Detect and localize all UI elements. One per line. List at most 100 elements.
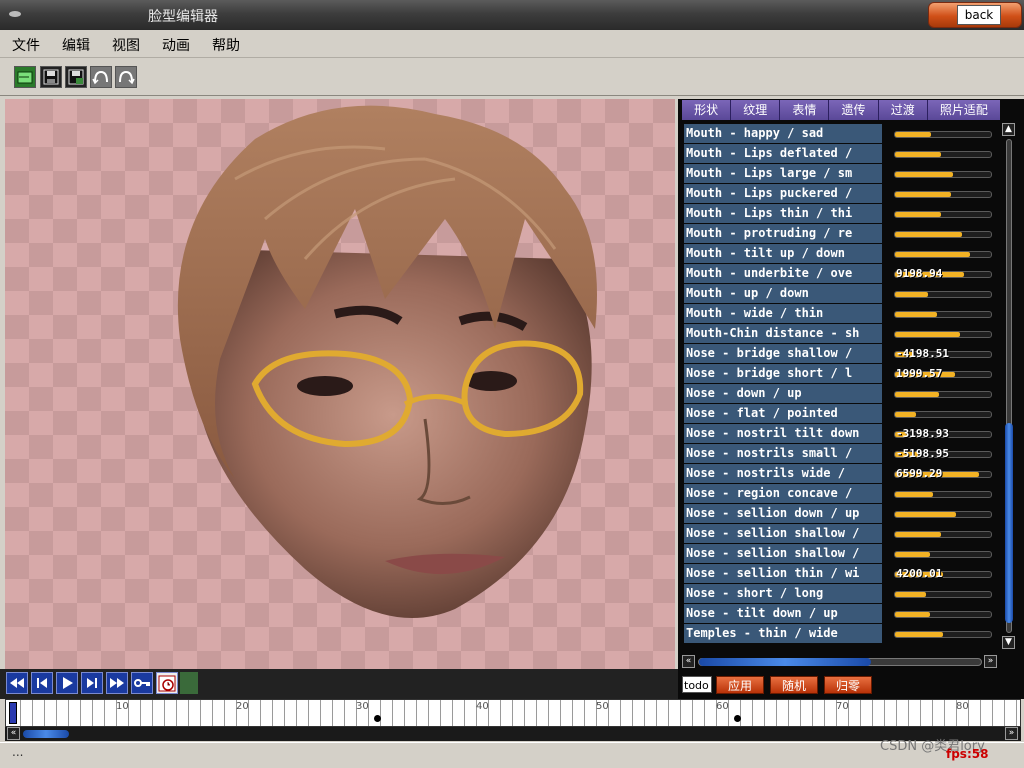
timeline-scrollbar[interactable]: « »	[5, 727, 1021, 741]
parameter-row: Nose - sellion shallow /	[684, 524, 1000, 543]
parameter-slider[interactable]	[894, 231, 992, 238]
timeline-tick	[524, 700, 525, 726]
step-forward-icon[interactable]	[81, 672, 103, 694]
timeline-tick	[740, 700, 741, 726]
menu-edit[interactable]: 编辑	[62, 35, 90, 55]
action-bar: todo 应用 随机 归零	[682, 675, 1020, 695]
menu-animation[interactable]: 动画	[162, 35, 190, 55]
menu-file[interactable]: 文件	[12, 35, 40, 55]
timeline-tick	[164, 700, 165, 726]
parameter-label: Nose - nostrils wide /	[684, 464, 882, 483]
parameter-slider[interactable]	[894, 391, 992, 398]
todo-field[interactable]: todo	[682, 676, 712, 693]
slider-fill	[895, 392, 940, 397]
parameter-label: Mouth - Lips thin / thi	[684, 204, 882, 223]
timeline-tick	[884, 700, 885, 726]
tab-expression[interactable]: 表情	[780, 100, 830, 120]
keyframe-marker[interactable]	[734, 715, 741, 722]
parameter-label: Nose - nostrils small /	[684, 444, 882, 463]
timeline-tick	[656, 700, 657, 726]
timeline-tick	[512, 700, 513, 726]
parameter-slider[interactable]	[894, 251, 992, 258]
menu-view[interactable]: 视图	[112, 35, 140, 55]
random-button[interactable]: 随机	[770, 676, 818, 694]
timeline-tick	[284, 700, 285, 726]
parameter-slider[interactable]	[894, 291, 992, 298]
parameter-slider[interactable]	[894, 611, 992, 618]
scroll-down-icon[interactable]: ▼	[1002, 636, 1015, 649]
parameter-slider[interactable]	[894, 551, 992, 558]
scroll-up-icon[interactable]: ▲	[1002, 123, 1015, 136]
horizontal-scrollbar[interactable]: « »	[682, 655, 998, 669]
save-as-icon[interactable]	[65, 66, 87, 88]
tab-texture[interactable]: 纹理	[731, 100, 781, 120]
parameter-slider[interactable]	[894, 491, 992, 498]
play-icon[interactable]	[56, 672, 78, 694]
slider-fill	[895, 292, 928, 297]
menu-bar: 文件 编辑 视图 动画 帮助	[0, 30, 1024, 58]
timeline-tick	[824, 700, 825, 726]
rewind-start-icon[interactable]	[6, 672, 28, 694]
timeline-tick	[56, 700, 57, 726]
parameter-slider[interactable]	[894, 191, 992, 198]
parameter-slider[interactable]	[894, 411, 992, 418]
parameter-slider[interactable]	[894, 311, 992, 318]
timeline-scroll-left-icon[interactable]: «	[7, 727, 20, 740]
clock-icon[interactable]	[156, 672, 178, 694]
undo-icon[interactable]	[90, 66, 112, 88]
timeline-tick	[536, 700, 537, 726]
scroll-left-icon[interactable]: «	[682, 655, 695, 668]
slider-fill	[895, 132, 932, 137]
3d-viewport[interactable]	[5, 99, 675, 669]
timeline-scroll-right-icon[interactable]: »	[1005, 727, 1018, 740]
timeline-tick	[584, 700, 585, 726]
timeline-tick	[92, 700, 93, 726]
timeline-scroll-thumb[interactable]	[23, 730, 69, 738]
step-back-icon[interactable]	[31, 672, 53, 694]
open-icon[interactable]	[14, 66, 36, 88]
parameter-slider[interactable]	[894, 211, 992, 218]
redo-icon[interactable]	[115, 66, 137, 88]
tab-photo-fit[interactable]: 照片适配	[928, 100, 1000, 120]
timeline-tick	[668, 700, 669, 726]
slider-fill	[895, 412, 917, 417]
parameter-label: Mouth - wide / thin	[684, 304, 882, 323]
slider-fill	[895, 212, 942, 217]
forward-end-icon[interactable]	[106, 672, 128, 694]
parameter-label: Mouth - happy / sad	[684, 124, 882, 143]
horizontal-scroll-thumb[interactable]	[699, 658, 871, 666]
parameter-slider[interactable]	[894, 131, 992, 138]
tab-genetics[interactable]: 遗传	[829, 100, 879, 120]
save-icon[interactable]	[40, 66, 62, 88]
reset-button[interactable]: 归零	[824, 676, 872, 694]
parameter-label: Nose - nostril tilt down	[684, 424, 882, 443]
parameter-slider[interactable]	[894, 331, 992, 338]
parameter-label: Nose - tilt down / up	[684, 604, 882, 623]
slider-fill	[895, 332, 961, 337]
timeline-tick	[152, 700, 153, 726]
scroll-right-icon[interactable]: »	[984, 655, 997, 668]
parameter-slider[interactable]	[894, 511, 992, 518]
timeline[interactable]: 10 20 30 40 50 60 70 80	[5, 699, 1021, 727]
key-icon[interactable]	[131, 672, 153, 694]
parameter-slider[interactable]	[894, 151, 992, 158]
tab-shape[interactable]: 形状	[682, 100, 732, 120]
parameter-slider[interactable]	[894, 171, 992, 178]
parameter-slider[interactable]	[894, 591, 992, 598]
keyframe-marker[interactable]	[374, 715, 381, 722]
fps-counter: fps:58	[946, 747, 989, 761]
tab-transition[interactable]: 过渡	[879, 100, 928, 120]
timeline-tick	[896, 700, 897, 726]
parameter-panel: 形状 纹理 表情 遗传 过渡 照片适配 Mouth - happy / sad M…	[678, 99, 1024, 699]
playhead[interactable]	[9, 702, 17, 724]
back-button[interactable]: back	[928, 2, 1022, 28]
menu-help[interactable]: 帮助	[212, 35, 240, 55]
vertical-scrollbar[interactable]: ▲ ▼	[1002, 123, 1016, 651]
vertical-scroll-thumb[interactable]	[1005, 423, 1013, 623]
parameter-label: Nose - sellion thin / wi	[684, 564, 882, 583]
parameter-slider[interactable]	[894, 531, 992, 538]
apply-button[interactable]: 应用	[716, 676, 764, 694]
timeline-tick	[632, 700, 633, 726]
parameter-slider[interactable]	[894, 631, 992, 638]
timeline-tick	[644, 700, 645, 726]
